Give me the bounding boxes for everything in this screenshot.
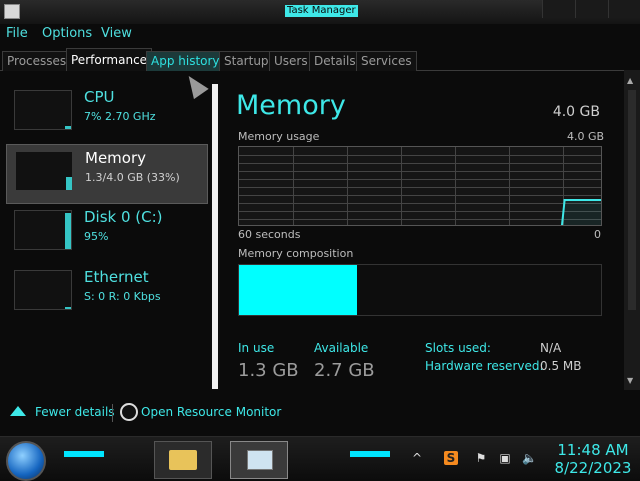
disk-mini-graph <box>14 210 72 250</box>
file-explorer-button[interactable] <box>154 441 212 479</box>
volume-icon[interactable]: 🔈 <box>522 451 537 465</box>
window-title: Task Manager <box>285 5 358 17</box>
memory-mini-graph-fill <box>66 177 72 190</box>
sidebar-item-label: Ethernet <box>84 268 149 286</box>
close-button[interactable] <box>608 0 640 18</box>
clock-date[interactable]: 8/22/2023 <box>548 459 638 477</box>
maximize-button[interactable] <box>575 0 608 18</box>
scroll-up-icon[interactable]: ▲ <box>627 76 633 85</box>
hardware-reserved-value: 0.5 MB <box>540 359 582 373</box>
memory-usage-graph <box>238 146 602 226</box>
memory-usage-max: 4.0 GB <box>567 130 605 143</box>
hardware-reserved-label: Hardware reserved: <box>425 359 544 373</box>
available-label: Available <box>314 341 369 355</box>
cpu-mini-graph-fill <box>65 126 71 129</box>
menu-options[interactable]: Options <box>42 26 92 41</box>
task-manager-app-icon <box>4 4 20 19</box>
detail-title: Memory <box>236 90 346 121</box>
sidebar-item-sub: 1.3/4.0 GB (33%) <box>85 171 180 184</box>
tab-processes[interactable]: Processes <box>2 51 72 71</box>
graph-axis-left: 60 seconds <box>238 228 301 241</box>
memory-composition-label: Memory composition <box>238 247 354 260</box>
sublime-tray-icon[interactable]: S <box>444 451 458 465</box>
title-bar: Task Manager <box>0 0 640 24</box>
memory-usage-label: Memory usage <box>238 130 320 143</box>
memory-composition-bar <box>238 264 602 316</box>
start-button[interactable] <box>6 441 46 481</box>
resource-monitor-icon[interactable] <box>120 403 138 421</box>
graph-axis-right: 0 <box>594 228 601 241</box>
sidebar-item-sub: 95% <box>84 230 109 243</box>
sidebar-item-label: CPU <box>84 88 115 106</box>
folder-icon <box>169 450 197 470</box>
tab-startup[interactable]: Startup <box>219 51 274 71</box>
in-use-value: 1.3 GB <box>238 360 299 381</box>
vertical-scrollbar[interactable]: ▲ ▼ <box>624 70 640 390</box>
sidebar-item-disk[interactable]: Disk 0 (C:) 95% <box>6 204 206 262</box>
slots-used-label: Slots used: <box>425 341 491 355</box>
in-use-label: In use <box>238 341 275 355</box>
tab-strip: Processes Performance App history Startu… <box>0 48 640 71</box>
graph-gridline <box>509 147 510 225</box>
graph-gridline <box>401 147 402 225</box>
tab-services[interactable]: Services <box>356 51 417 71</box>
graph-gridline <box>455 147 456 225</box>
sidebar-item-label: Memory <box>85 149 147 167</box>
sidebar-item-memory[interactable]: Memory 1.3/4.0 GB (33%) <box>6 144 208 204</box>
tab-app-history[interactable]: App history <box>146 51 225 71</box>
scroll-down-icon[interactable]: ▼ <box>627 376 633 385</box>
performance-sidebar: CPU 7% 2.70 GHz Memory 1.3/4.0 GB (33%) … <box>0 72 210 390</box>
disk-mini-graph-fill <box>65 213 71 249</box>
sidebar-item-cpu[interactable]: CPU 7% 2.70 GHz <box>6 84 206 142</box>
menu-bar: File Options View <box>0 24 640 44</box>
tab-users[interactable]: Users <box>269 51 313 71</box>
sidebar-item-label: Disk 0 (C:) <box>84 208 163 226</box>
fewer-details-arrow-icon[interactable] <box>10 406 26 416</box>
fewer-details-link[interactable]: Fewer details <box>35 405 115 419</box>
taskbar: ^ S ⚑ ▣ 🔈 11:48 AM 8/22/2023 <box>0 436 640 481</box>
detail-total-memory: 4.0 GB <box>552 104 600 120</box>
clock-time[interactable]: 11:48 AM <box>548 441 638 459</box>
sidebar-item-ethernet[interactable]: Ethernet S: 0 R: 0 Kbps <box>6 264 206 322</box>
graph-gridline <box>293 147 294 225</box>
available-value: 2.7 GB <box>314 360 375 381</box>
graph-gridline <box>347 147 348 225</box>
minimize-button[interactable] <box>542 0 575 18</box>
scroll-thumb[interactable] <box>628 90 636 310</box>
flag-icon[interactable]: ⚑ <box>474 451 488 465</box>
slots-used-value: N/A <box>540 341 562 355</box>
ethernet-mini-graph-fill <box>65 307 71 309</box>
memory-usage-line <box>561 199 601 225</box>
tray-chevron-icon[interactable]: ^ <box>410 451 424 465</box>
footer-separator <box>112 404 113 422</box>
taskbar-decoration <box>64 451 104 457</box>
open-resource-monitor-link[interactable]: Open Resource Monitor <box>141 405 281 419</box>
sidebar-item-sub: S: 0 R: 0 Kbps <box>84 290 161 303</box>
memory-mini-graph <box>15 151 73 191</box>
memory-composition-in-use <box>239 265 357 315</box>
cpu-mini-graph <box>14 90 72 130</box>
tab-details[interactable]: Details <box>309 51 361 71</box>
menu-view[interactable]: View <box>101 26 132 41</box>
pane-divider[interactable] <box>212 84 218 389</box>
task-manager-taskbar-button[interactable] <box>230 441 288 479</box>
task-manager-icon <box>247 450 273 470</box>
footer-bar: Fewer details Open Resource Monitor <box>0 398 640 428</box>
taskbar-decoration <box>350 451 390 457</box>
tab-performance[interactable]: Performance <box>66 48 153 71</box>
ethernet-mini-graph <box>14 270 72 310</box>
menu-file[interactable]: File <box>6 26 28 41</box>
sidebar-item-sub: 7% 2.70 GHz <box>84 110 156 123</box>
network-icon[interactable]: ▣ <box>498 451 512 465</box>
